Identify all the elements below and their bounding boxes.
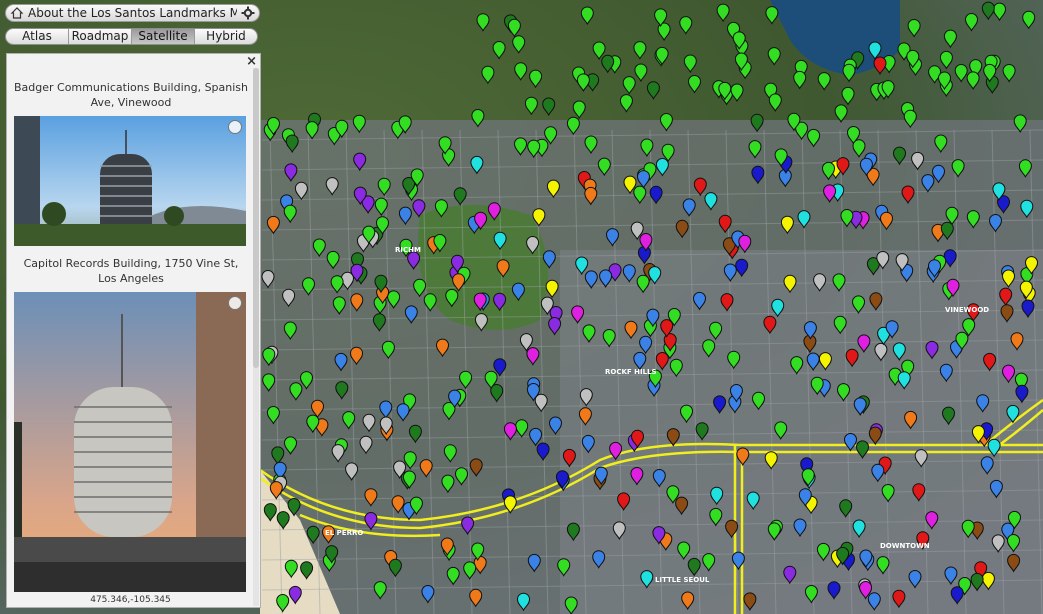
tab-hybrid[interactable]: Hybrid bbox=[195, 29, 257, 44]
panel-scrollbar[interactable] bbox=[253, 68, 259, 606]
badger-building-photo[interactable] bbox=[14, 116, 246, 246]
entry-caption: Badger Communications Building, Spanish … bbox=[13, 81, 249, 109]
capitol-records-photo[interactable] bbox=[14, 292, 246, 592]
tab-atlas[interactable]: Atlas bbox=[6, 29, 69, 44]
map-label-little-seoul: LITTLE SEOUL bbox=[655, 576, 710, 584]
map-label-el-perro: EL PERRO bbox=[325, 529, 363, 537]
scrollbar-thumb[interactable] bbox=[253, 68, 259, 368]
zoom-icon[interactable] bbox=[228, 120, 242, 134]
window-title: About the Los Santos Landmarks Map bbox=[28, 6, 237, 20]
close-icon[interactable]: × bbox=[246, 54, 257, 69]
zoom-icon[interactable] bbox=[228, 296, 242, 310]
home-icon[interactable] bbox=[10, 6, 24, 20]
map-label-vinewood: VINEWOOD bbox=[945, 306, 989, 314]
photo-image bbox=[14, 292, 246, 592]
entry-caption: Capitol Records Building, 1750 Vine St, … bbox=[23, 257, 239, 285]
map-label-downtown: DOWNTOWN bbox=[880, 542, 930, 550]
gear-icon[interactable] bbox=[241, 6, 255, 20]
tab-roadmap[interactable]: Roadmap bbox=[69, 29, 132, 44]
map-label-richm: RICHM bbox=[395, 246, 421, 254]
title-bar: About the Los Santos Landmarks Map bbox=[5, 4, 260, 22]
tab-satellite[interactable]: Satellite bbox=[132, 29, 195, 44]
map-label-rockford: ROCKF HILLS bbox=[605, 368, 657, 376]
photo-image bbox=[14, 116, 246, 246]
map-type-tabs: Atlas Roadmap Satellite Hybrid bbox=[5, 28, 258, 45]
map-coordinates: 475.346,-105.345 bbox=[90, 595, 171, 605]
info-panel: × Badger Communications Building, Spanis… bbox=[6, 53, 261, 608]
